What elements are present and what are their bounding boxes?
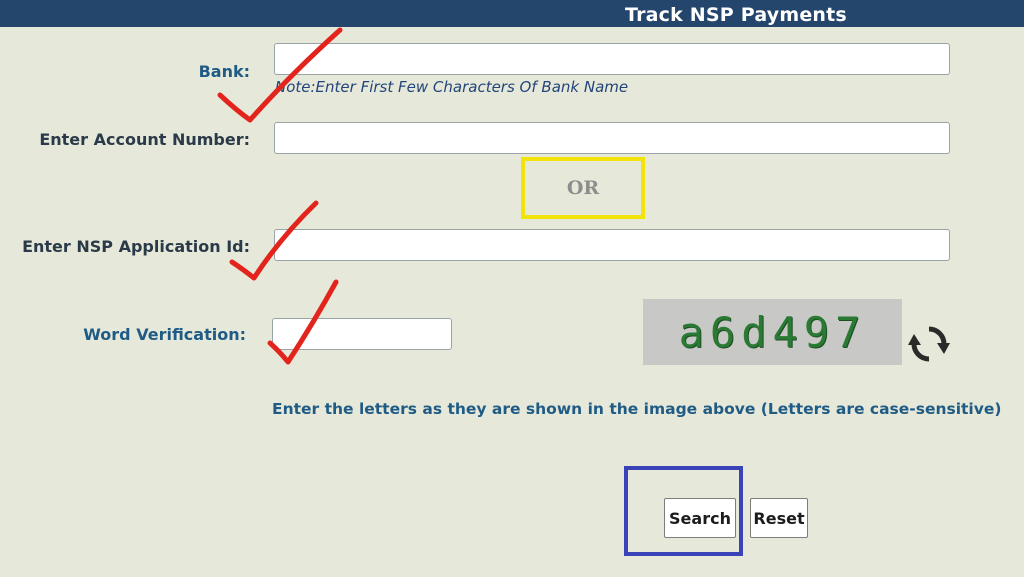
reset-button[interactable]: Reset bbox=[750, 498, 808, 538]
hint-container: Enter the letters as they are shown in t… bbox=[0, 0, 1024, 577]
captcha-hint: Enter the letters as they are shown in t… bbox=[272, 400, 1002, 418]
search-button[interactable]: Search bbox=[664, 498, 736, 538]
